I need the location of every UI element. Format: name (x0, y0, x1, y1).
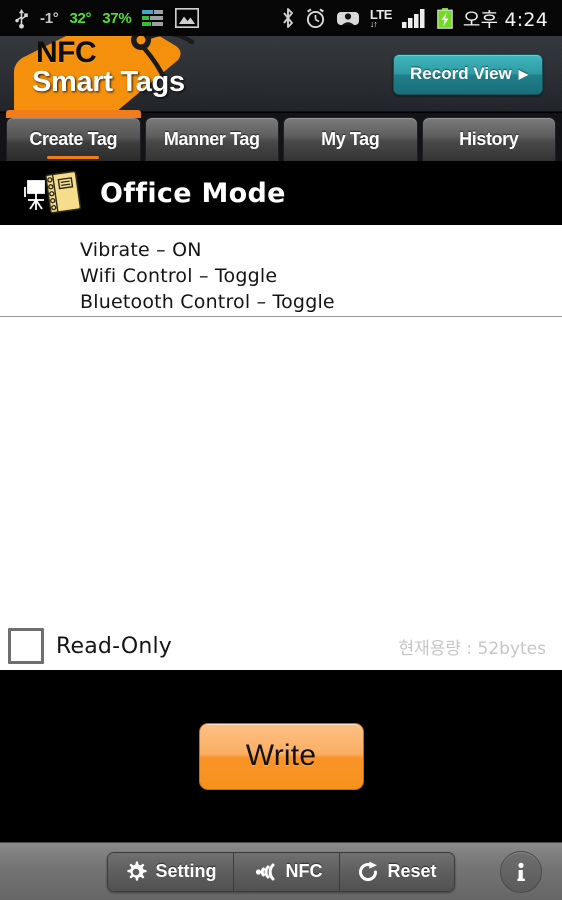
read-only-label: Read-Only (56, 633, 173, 659)
list-item: Bluetooth Control – Toggle (80, 291, 335, 313)
usb-icon (15, 8, 28, 29)
nfc-button[interactable]: NFC (234, 852, 341, 891)
read-only-checkbox[interactable] (8, 628, 44, 664)
list-item: Vibrate – ON (80, 239, 202, 261)
setting-button[interactable]: Setting (108, 852, 235, 891)
app-root: -1° 32° 37% LTE ↓↑ 오후 4:24 NFC Smart Tag… (0, 0, 562, 900)
signal-bars-icon (401, 9, 425, 28)
refresh-icon (359, 861, 378, 881)
bluetooth-icon (283, 8, 293, 28)
alarm-clock-icon (306, 8, 324, 28)
vibrate-mute-icon (336, 11, 359, 25)
equalizer-icon (142, 9, 164, 26)
nfc-wave-icon (256, 863, 275, 880)
indoor-temperature: 32° (69, 9, 92, 27)
info-button[interactable] (500, 850, 542, 893)
toolbar-button-group: Setting NFC Reset (107, 851, 455, 892)
list-item: Wifi Control – Toggle (80, 265, 278, 287)
clock: 오후 4:24 (462, 8, 548, 31)
info-icon (517, 862, 525, 881)
tab-create-tag[interactable]: Create Tag (6, 110, 141, 161)
record-view-button[interactable]: Record View ▶ (393, 54, 543, 95)
battery-charging-icon (437, 7, 453, 29)
tab-manner-tag-label: Manner Tag (163, 129, 260, 149)
chevron-right-icon: ▶ (518, 67, 528, 81)
reset-button[interactable]: Reset (340, 852, 454, 891)
mode-header: Office Mode (0, 161, 562, 225)
status-bar-left: -1° 32° 37% (14, 8, 200, 29)
tag-content-panel: Vibrate – ON Wifi Control – Toggle Bluet… (0, 225, 562, 670)
humidity-value: 37% (102, 9, 132, 27)
tab-bar: Create Tag Manner Tag My Tag History (0, 110, 562, 161)
write-button[interactable]: Write (198, 722, 364, 790)
reset-button-label: Reset (387, 861, 437, 881)
outdoor-temperature: -1° (40, 9, 59, 27)
network-type-indicator: LTE ↓↑ (369, 6, 393, 29)
record-view-label: Record View (410, 64, 512, 83)
network-label: LTE (369, 6, 393, 22)
record-list: Vibrate – ON Wifi Control – Toggle Bluet… (0, 225, 562, 315)
tab-create-tag-label: Create Tag (29, 129, 118, 149)
tab-my-tag-label: My Tag (321, 129, 380, 149)
gallery-icon (175, 8, 200, 28)
office-notebook-desk-icon (24, 170, 82, 214)
nfc-button-label: NFC (285, 861, 323, 881)
tab-history[interactable]: History (421, 117, 556, 161)
tab-my-tag[interactable]: My Tag (283, 117, 418, 161)
write-button-label: Write (245, 739, 317, 772)
status-bar: -1° 32° 37% LTE ↓↑ 오후 4:24 (0, 0, 562, 36)
logo-text-nfc: NFC (36, 36, 97, 69)
bottom-toolbar: Setting NFC Reset (0, 842, 562, 900)
write-action-area: Write (0, 670, 562, 842)
mode-title: Office Mode (100, 177, 286, 209)
setting-button-label: Setting (155, 861, 217, 881)
tab-manner-tag[interactable]: Manner Tag (144, 117, 279, 161)
content-divider (0, 316, 562, 317)
app-header: NFC Smart Tags Record View ▶ (0, 36, 562, 112)
capacity-status: 현재용량 : 52bytes (398, 638, 546, 659)
app-logo: NFC Smart Tags (6, 36, 246, 111)
logo-text-smart-tags: Smart Tags (32, 66, 185, 98)
status-bar-right: LTE ↓↑ 오후 4:24 (281, 5, 554, 32)
content-footer: Read-Only 현재용량 : 52bytes (0, 628, 562, 664)
gear-icon (127, 861, 147, 881)
tab-history-label: History (459, 129, 519, 149)
